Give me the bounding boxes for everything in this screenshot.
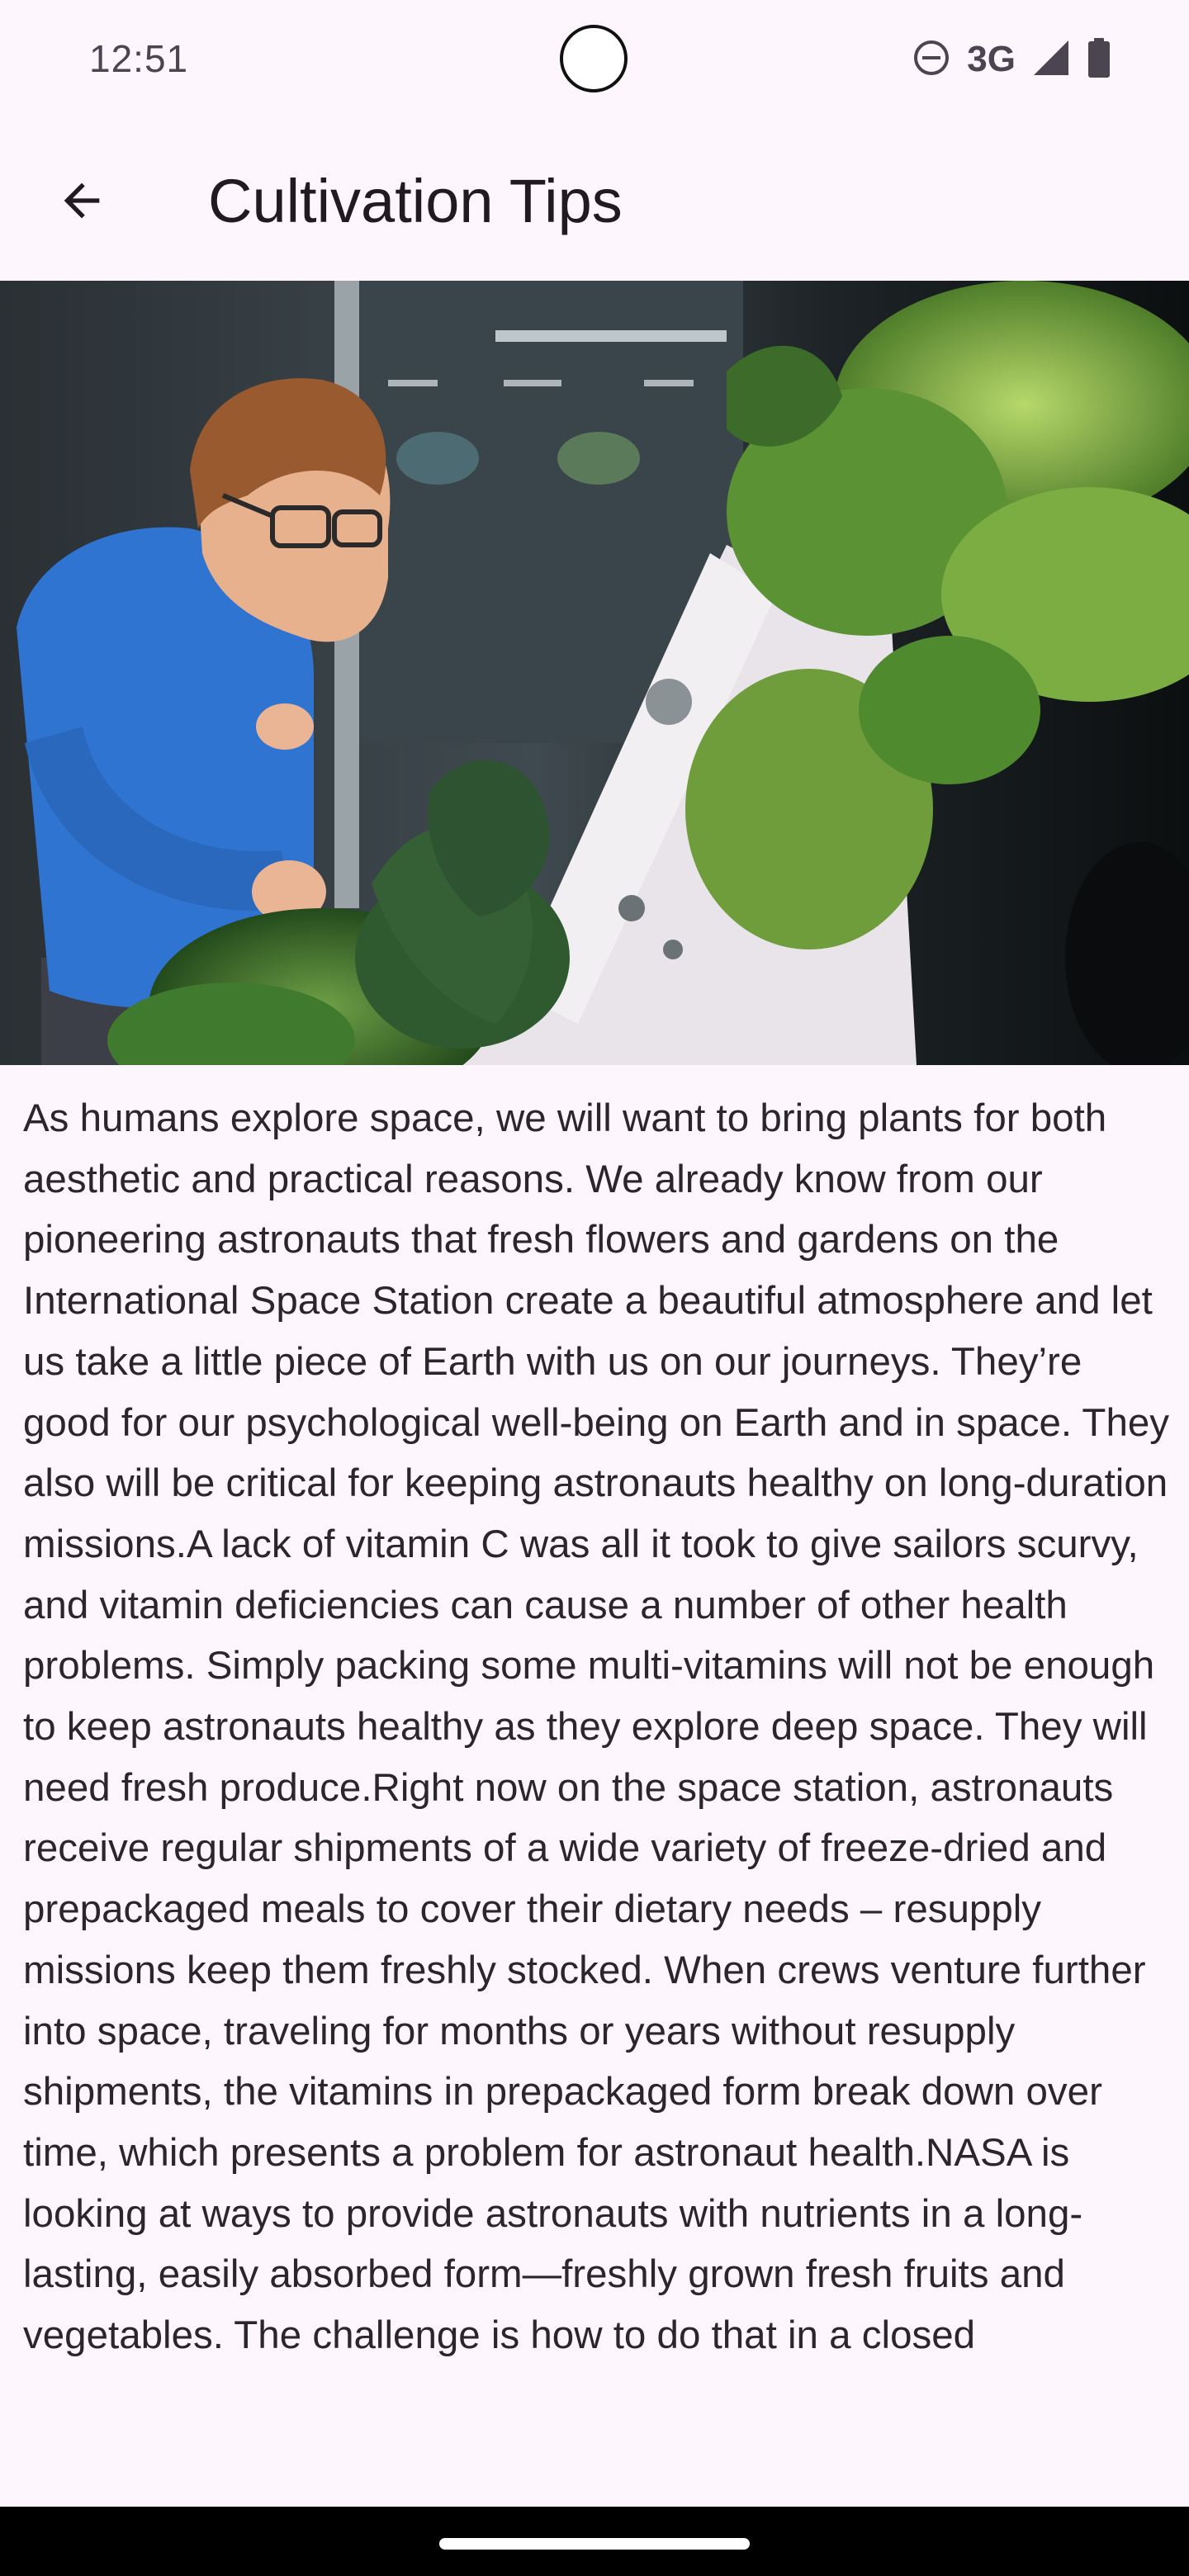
signal-icon bbox=[1032, 39, 1070, 81]
network-type: 3G bbox=[967, 39, 1016, 79]
do-not-disturb-icon bbox=[912, 39, 950, 81]
status-bar: 12:51 3G bbox=[0, 0, 1189, 124]
app-bar: Cultivation Tips bbox=[0, 124, 1189, 281]
navigation-bar bbox=[0, 2507, 1189, 2576]
article-body: As humans explore space, we will want to… bbox=[23, 1096, 1170, 2358]
page-title: Cultivation Tips bbox=[208, 167, 623, 235]
status-time: 12:51 bbox=[89, 37, 189, 80]
status-icons: 3G bbox=[912, 35, 1111, 84]
hero-illustration bbox=[0, 281, 1189, 1065]
camera-cutout bbox=[560, 25, 628, 92]
home-gesture-handle[interactable] bbox=[439, 2538, 750, 2550]
hero-image bbox=[0, 281, 1189, 1065]
battery-icon bbox=[1087, 37, 1111, 82]
back-button[interactable] bbox=[36, 157, 127, 248]
arrow-back-icon bbox=[55, 174, 108, 231]
